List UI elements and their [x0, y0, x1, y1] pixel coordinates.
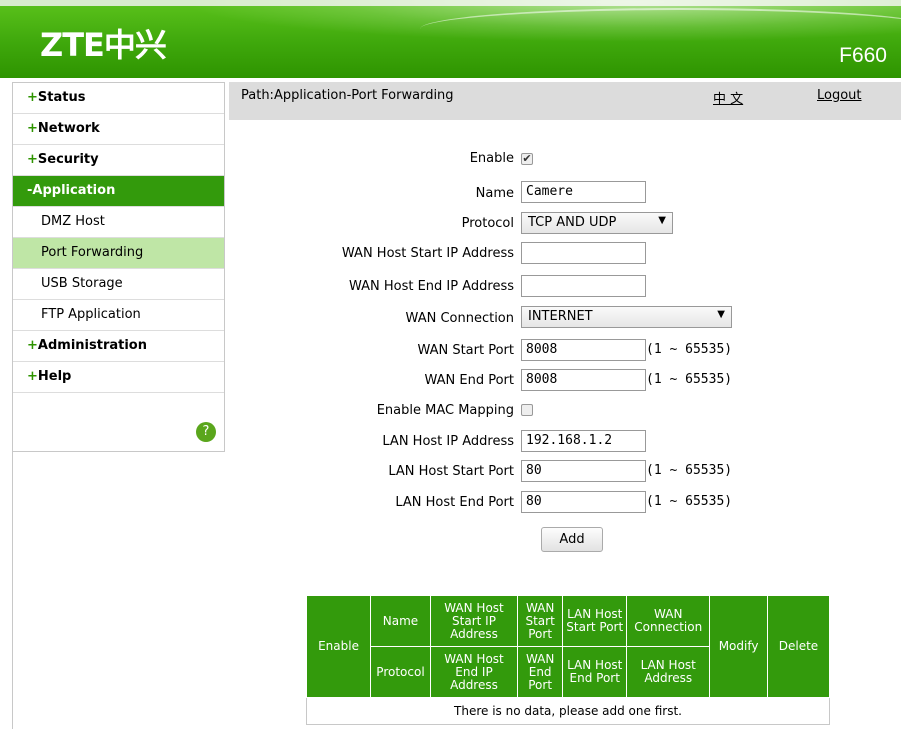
logout-link[interactable]: Logout — [817, 88, 862, 103]
sidebar-subitem-dmz-host[interactable]: DMZ Host — [13, 207, 224, 238]
wan-host-start-ip-label: WAN Host Start IP Address — [341, 246, 514, 261]
expand-icon: + — [27, 338, 38, 353]
expand-icon: + — [27, 121, 38, 136]
protocol-label: Protocol — [461, 216, 514, 231]
sidebar-item-label: Help — [37, 369, 72, 384]
table-header-row: Enable Name WAN Host Start IP Address WA… — [305, 595, 831, 698]
wan-connection-label: WAN Connection — [405, 311, 514, 326]
sidebar-subitem-usb-storage[interactable]: USB Storage — [13, 269, 224, 300]
expand-icon: + — [27, 152, 38, 167]
lan-start-port-input[interactable]: 80 — [521, 460, 646, 482]
col-modify: Modify — [709, 595, 768, 698]
enable-label: Enable — [469, 151, 514, 166]
name-label: Name — [475, 186, 514, 201]
col-delete: Delete — [766, 595, 831, 698]
lan-host-ip-label: LAN Host IP Address — [382, 434, 514, 449]
protocol-select[interactable]: TCP AND UDP ▼ — [521, 212, 673, 234]
sidebar-item-label: Security — [37, 152, 99, 167]
col-wan-start-port: WAN Start Port — [517, 595, 564, 647]
dropdown-arrow-icon: ▼ — [658, 215, 666, 226]
header-swoosh-line — [420, 8, 901, 50]
lan-end-port-label: LAN Host End Port — [395, 495, 514, 510]
col-wan-end-port: WAN End Port — [517, 646, 564, 698]
expand-icon: + — [27, 369, 38, 384]
wan-end-port-label: WAN End Port — [424, 373, 514, 388]
breadcrumb: Path:Application-Port Forwarding — [241, 88, 454, 103]
wan-end-port-input[interactable]: 8008 — [521, 369, 646, 391]
mac-mapping-label: Enable MAC Mapping — [376, 403, 514, 418]
wan-host-end-ip-label: WAN Host End IP Address — [348, 279, 514, 294]
protocol-value: TCP AND UDP — [528, 215, 617, 230]
zte-logo: ZTE中兴 — [40, 26, 167, 64]
wan-end-port-range: (1 ~ 65535) — [646, 372, 733, 387]
col-lan-host-start: LAN Host Start Port — [562, 595, 628, 647]
wan-connection-value: INTERNET — [528, 309, 593, 324]
col-wan-host-start: WAN Host Start IP Address — [429, 595, 519, 647]
col-wan-host-end: WAN Host End IP Address — [429, 646, 519, 698]
sidebar-item-label: Application — [32, 183, 116, 198]
sidebar-item-security[interactable]: +Security — [13, 145, 224, 176]
left-border-line — [12, 450, 13, 729]
sidebar-item-label: Status — [37, 90, 86, 105]
expand-icon: + — [27, 90, 38, 105]
wan-host-end-ip-input[interactable] — [521, 275, 646, 297]
wan-connection-select[interactable]: INTERNET ▼ — [521, 306, 732, 328]
col-lan-host-address: LAN Host Address — [626, 646, 711, 698]
lan-end-port-input[interactable]: 80 — [521, 491, 646, 513]
sidebar-item-status[interactable]: +Status — [13, 83, 224, 114]
lan-start-port-label: LAN Host Start Port — [388, 464, 514, 479]
header-banner: ZTE中兴 F660 — [0, 0, 901, 78]
add-button[interactable]: Add — [541, 527, 603, 552]
wan-start-port-label: WAN Start Port — [417, 343, 514, 358]
sidebar-item-label: Administration — [37, 338, 147, 353]
help-icon[interactable]: ? — [196, 422, 216, 442]
sidebar-menu: +Status +Network +Security -Application … — [12, 82, 225, 452]
col-enable: Enable — [305, 595, 372, 698]
dropdown-arrow-icon: ▼ — [717, 309, 725, 320]
sidebar-subitem-ftp-application[interactable]: FTP Application — [13, 300, 224, 331]
mac-mapping-checkbox[interactable] — [521, 404, 533, 416]
port-forwarding-table: Enable Name WAN Host Start IP Address WA… — [305, 595, 831, 725]
col-name: Name — [370, 595, 431, 647]
path-bar: Path:Application-Port Forwarding 中 文 Log… — [229, 82, 901, 120]
table-row: There is no data, please add one first. — [306, 697, 830, 725]
sidebar-subitem-port-forwarding[interactable]: Port Forwarding — [13, 238, 224, 269]
empty-table-message: There is no data, please add one first. — [306, 697, 830, 725]
sidebar-item-administration[interactable]: +Administration — [13, 331, 224, 362]
sidebar-item-label: Network — [37, 121, 100, 136]
col-lan-host-end: LAN Host End Port — [562, 646, 628, 698]
wan-start-port-range: (1 ~ 65535) — [646, 342, 733, 357]
name-input[interactable]: Camere — [521, 181, 646, 203]
device-model: F660 — [839, 44, 887, 67]
col-protocol: Protocol — [370, 646, 431, 698]
lan-host-ip-input[interactable]: 192.168.1.2 — [521, 430, 646, 452]
wan-host-start-ip-input[interactable] — [521, 242, 646, 264]
wan-start-port-input[interactable]: 8008 — [521, 339, 646, 361]
language-link[interactable]: 中 文 — [713, 88, 743, 107]
sidebar-item-network[interactable]: +Network — [13, 114, 224, 145]
sidebar-item-help[interactable]: +Help — [13, 362, 224, 393]
col-wan-connection: WAN Connection — [626, 595, 711, 647]
enable-checkbox[interactable]: ✔ — [521, 153, 533, 165]
sidebar-item-application[interactable]: -Application — [13, 176, 224, 207]
lan-end-port-range: (1 ~ 65535) — [646, 494, 733, 509]
lan-start-port-range: (1 ~ 65535) — [646, 463, 733, 478]
